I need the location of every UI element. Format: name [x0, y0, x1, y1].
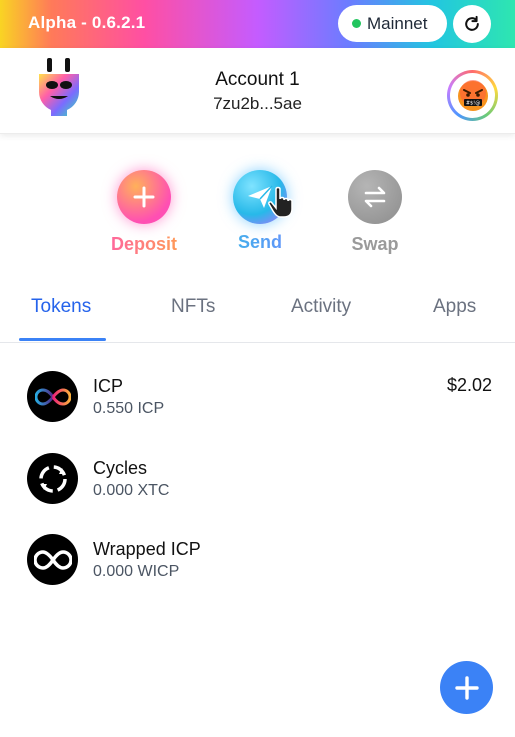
account-header: Account 1 7zu2b...5ae #$!@	[0, 48, 515, 134]
token-row[interactable]: Cycles 0.000 XTC	[0, 453, 515, 513]
network-status-dot	[352, 19, 361, 28]
pointer-cursor-icon	[268, 186, 293, 218]
add-token-button[interactable]	[440, 661, 493, 714]
active-tab-indicator	[19, 338, 106, 341]
refresh-icon	[465, 15, 479, 31]
plus-icon	[454, 675, 479, 700]
account-address: 7zu2b...5ae	[213, 94, 302, 113]
svg-text:#$!@: #$!@	[465, 100, 479, 106]
refresh-button[interactable]	[453, 5, 491, 43]
swap-label: Swap	[351, 234, 399, 254]
swap-arrows-icon	[348, 170, 402, 224]
cycles-icon	[27, 453, 78, 504]
account-name: Account 1	[215, 69, 300, 90]
network-label: Mainnet	[367, 13, 428, 33]
token-row[interactable]: ICP 0.550 ICP $2.02	[0, 371, 515, 431]
top-bar: Alpha - 0.6.2.1 Mainnet	[0, 0, 515, 48]
icp-infinity-icon	[27, 371, 78, 422]
tab-activity[interactable]: Activity	[291, 296, 351, 318]
tab-bar: Tokens NFTs Activity Apps	[0, 296, 515, 343]
tab-nfts[interactable]: NFTs	[171, 296, 215, 318]
token-amount: 0.000 WICP	[93, 563, 180, 580]
token-amount: 0.550 ICP	[93, 400, 165, 417]
swap-button[interactable]: Swap	[330, 170, 420, 255]
version-label: Alpha - 0.6.2.1	[28, 13, 146, 32]
plus-icon	[117, 170, 171, 224]
cursing-face-icon: #$!@	[450, 73, 495, 118]
tab-apps[interactable]: Apps	[433, 296, 476, 318]
send-label: Send	[215, 232, 305, 253]
send-button[interactable]: Send	[215, 170, 305, 253]
network-selector[interactable]: Mainnet	[338, 5, 447, 42]
token-name: ICP	[93, 376, 124, 396]
token-name: Cycles	[93, 458, 148, 478]
avatar-button[interactable]: #$!@	[447, 70, 498, 121]
token-value: $2.02	[446, 375, 492, 395]
token-row[interactable]: Wrapped ICP 0.000 WICP	[0, 534, 515, 594]
deposit-label: Deposit	[99, 234, 189, 255]
account-info[interactable]: Account 1 7zu2b...5ae	[0, 69, 515, 114]
deposit-button[interactable]: Deposit	[99, 170, 189, 255]
wicp-infinity-icon	[27, 534, 78, 585]
token-name: Wrapped ICP	[93, 539, 201, 559]
tab-tokens[interactable]: Tokens	[31, 296, 91, 318]
token-amount: 0.000 XTC	[93, 482, 170, 499]
